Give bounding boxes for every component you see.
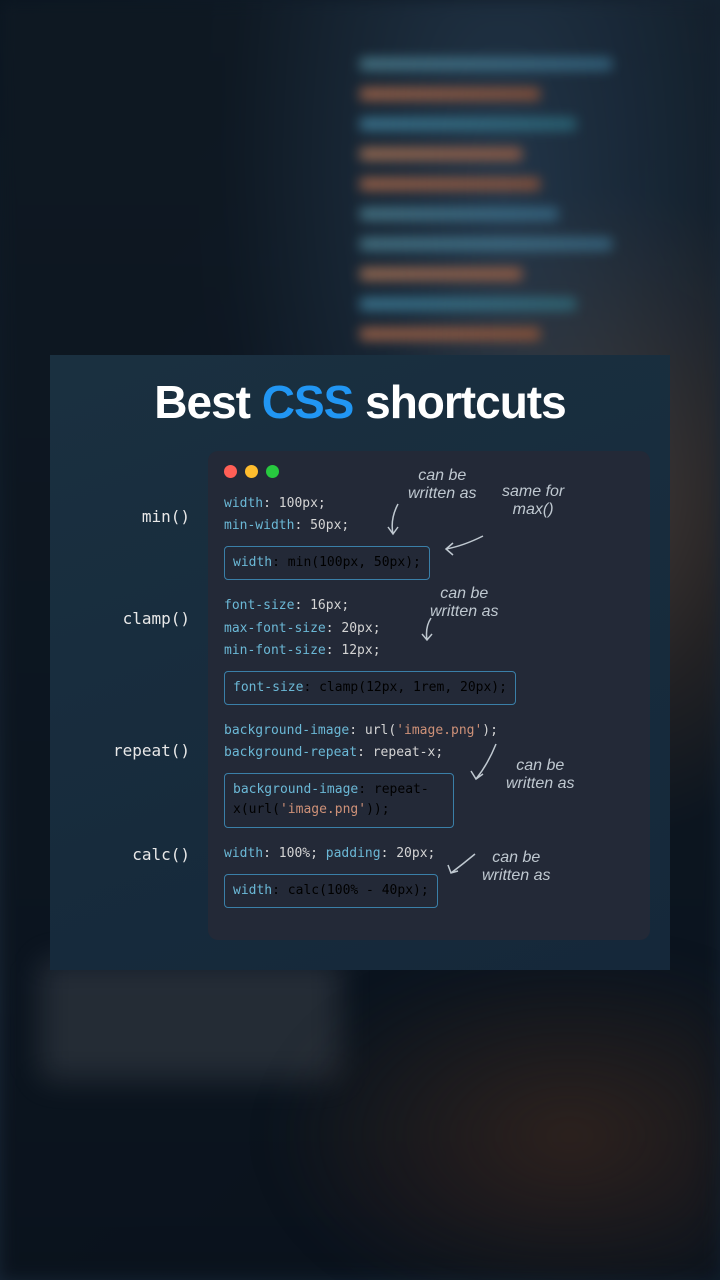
css-property: min-font-size	[224, 643, 326, 658]
css-value: : repeat-x;	[357, 745, 443, 760]
css-property: padding	[326, 846, 381, 861]
css-value: : 20px;	[381, 846, 436, 861]
css-property: width	[233, 555, 272, 570]
css-property: width	[224, 496, 263, 511]
css-property: width	[233, 883, 272, 898]
css-value: );	[482, 723, 498, 738]
code-line: font-size: 16px;	[224, 596, 634, 616]
css-property: background-repeat	[224, 745, 357, 760]
css-value: : 20px;	[326, 621, 381, 636]
css-value: : 50px;	[294, 518, 349, 533]
annotation-can-be-3: can be written as	[506, 757, 574, 792]
css-value: : 100%;	[263, 846, 326, 861]
css-property: background-image	[233, 782, 358, 797]
code-line: background-image: url('image.png');	[224, 721, 634, 741]
minimize-dot	[245, 465, 258, 478]
close-dot	[224, 465, 237, 478]
highlighted-code-clamp: font-size: clamp(12px, 1rem, 20px);	[224, 671, 516, 705]
highlighted-code-repeat: background-image: repeat-x(url('image.pn…	[224, 773, 454, 827]
css-property: max-font-size	[224, 621, 326, 636]
css-value: : 100px;	[263, 496, 326, 511]
css-string: 'image.png'	[396, 723, 482, 738]
css-property: background-image	[224, 723, 349, 738]
annotation-can-be-1: can be written as	[408, 467, 476, 502]
title-before: Best	[154, 376, 261, 428]
highlighted-code-calc: width: calc(100% - 40px);	[224, 874, 438, 908]
title-after: shortcuts	[353, 376, 565, 428]
highlighted-code-min: width: min(100px, 50px);	[224, 546, 430, 580]
css-value: : 12px;	[326, 643, 381, 658]
label-clamp: clamp()	[123, 609, 190, 628]
background-hand	[220, 920, 720, 1280]
arrow-icon	[466, 739, 511, 787]
code-line: min-width: 50px;	[224, 516, 634, 536]
label-calc: calc()	[132, 845, 190, 864]
code-editor-window: width: 100px; min-width: 50px; width: mi…	[208, 451, 650, 940]
css-value: : calc(100% - 40px);	[272, 883, 429, 898]
arrow-icon	[438, 531, 488, 561]
card-title: Best CSS shortcuts	[70, 375, 650, 429]
css-property: min-width	[224, 518, 294, 533]
css-string: 'image.png'	[280, 802, 366, 817]
css-value: : clamp(12px, 1rem, 20px);	[303, 680, 507, 695]
infographic-card: Best CSS shortcuts min() clamp() repeat(…	[50, 355, 670, 970]
css-property: font-size	[233, 680, 303, 695]
arrow-icon	[443, 849, 483, 881]
css-property: font-size	[224, 598, 294, 613]
maximize-dot	[266, 465, 279, 478]
title-emphasis: CSS	[262, 376, 354, 428]
css-property: width	[224, 846, 263, 861]
css-value: : 16px;	[294, 598, 349, 613]
label-min: min()	[142, 507, 190, 526]
arrow-icon	[378, 499, 408, 539]
css-value: : min(100px, 50px);	[272, 555, 421, 570]
annotation-can-be-4: can be written as	[482, 849, 550, 884]
annotation-same-for-max: same for max()	[502, 483, 564, 518]
arrow-icon	[413, 615, 443, 645]
css-value: : url(	[349, 723, 396, 738]
css-value: ));	[366, 802, 389, 817]
code-line: width: 100%; padding: 20px;	[224, 844, 634, 864]
label-repeat: repeat()	[113, 741, 190, 760]
function-labels-column: min() clamp() repeat() calc()	[70, 451, 190, 940]
